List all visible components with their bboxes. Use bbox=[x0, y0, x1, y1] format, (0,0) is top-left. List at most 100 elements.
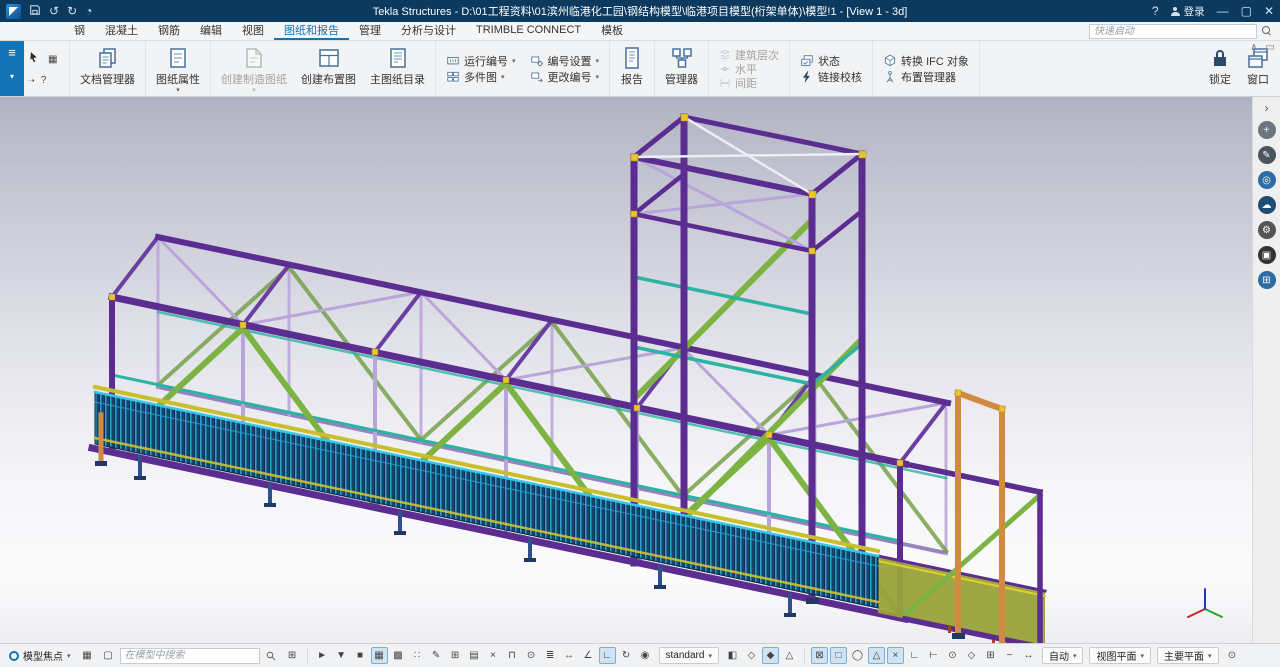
chevron-down-icon[interactable]: ▾ bbox=[596, 57, 600, 65]
master-drawing-catalog-button[interactable]: 主图纸目录 bbox=[363, 42, 432, 95]
history-button[interactable]: ◔ bbox=[85, 5, 92, 17]
snap-perpendicular-icon[interactable]: ∟ bbox=[906, 647, 923, 664]
menu-item[interactable]: 视图 bbox=[232, 22, 274, 40]
layout-manager-button[interactable]: 布置管理器 bbox=[881, 69, 971, 84]
select-parts-icon[interactable]: ▦ bbox=[371, 647, 388, 664]
menu-item[interactable]: 模板 bbox=[591, 22, 633, 40]
search-scope-button[interactable]: ⊞ bbox=[284, 647, 301, 664]
main-plane-dropdown[interactable]: 主要平面 ▾ bbox=[1157, 647, 1219, 664]
select-pointer-icon[interactable]: ► bbox=[314, 647, 331, 664]
snap-free-icon[interactable]: ↔ bbox=[1020, 647, 1037, 664]
applications-icon[interactable]: ▣ bbox=[1258, 246, 1276, 264]
components-icon[interactable]: ⊞ bbox=[1258, 271, 1276, 289]
menu-item[interactable]: 钢筋 bbox=[148, 22, 190, 40]
spacing-button[interactable]: 间距 bbox=[717, 76, 781, 89]
reports-button[interactable]: 报告 bbox=[613, 42, 651, 95]
camera-icon[interactable]: ◉ bbox=[637, 647, 654, 664]
menu-item[interactable]: TRIMBLE CONNECT bbox=[466, 22, 591, 40]
angle-icon[interactable]: ∠ bbox=[580, 647, 597, 664]
menu-item[interactable]: 钢 bbox=[64, 22, 95, 40]
menu-item[interactable]: 编辑 bbox=[190, 22, 232, 40]
chevron-down-icon[interactable]: ▾ bbox=[176, 88, 180, 93]
drawing-properties-button[interactable]: 图纸属性 ▾ bbox=[149, 42, 207, 95]
select-filter-icon[interactable]: ▼ bbox=[333, 647, 350, 664]
properties-pane-icon[interactable]: + bbox=[1258, 121, 1276, 139]
redo-button[interactable]: ↻ bbox=[67, 5, 77, 17]
search-icon[interactable] bbox=[1262, 26, 1272, 36]
help-icon[interactable]: ? bbox=[1152, 5, 1159, 17]
change-numbering-button[interactable]: 更改编号 ▾ bbox=[528, 69, 602, 84]
cursor-small-tool[interactable]: ➝ bbox=[28, 76, 35, 85]
select-components-icon[interactable]: ▩ bbox=[390, 647, 407, 664]
view-plane-dropdown[interactable]: 视图平面 ▾ bbox=[1089, 647, 1151, 664]
work-area-button[interactable]: ▦ bbox=[79, 647, 96, 664]
multipart-drawing-button[interactable]: 多件图 ▾ bbox=[444, 69, 518, 84]
select-mode-icon[interactable]: ▦ bbox=[48, 54, 57, 65]
numbering-settings-button[interactable]: 编号设置 ▾ bbox=[528, 53, 602, 68]
model-search-input[interactable] bbox=[120, 648, 260, 664]
organizer-button[interactable]: 管理器 bbox=[658, 42, 705, 95]
wireframe-icon[interactable]: ◇ bbox=[743, 647, 760, 664]
clash-check-button[interactable]: 链接校核 bbox=[798, 69, 864, 84]
context-help-button[interactable]: ? bbox=[41, 75, 47, 86]
rebar-icon[interactable]: ≣ bbox=[542, 647, 559, 664]
selection-set-button[interactable]: ▢ bbox=[100, 647, 117, 664]
lock-button[interactable]: 锁定 bbox=[1201, 42, 1239, 95]
side-pane-collapse-chevron[interactable]: › bbox=[1265, 102, 1269, 114]
cursor-tool[interactable] bbox=[28, 51, 42, 68]
level-button[interactable]: 水平 bbox=[717, 62, 781, 75]
notes-icon[interactable]: ✎ bbox=[1258, 146, 1276, 164]
ribbon-collapse-button[interactable]: ∧ bbox=[1250, 42, 1257, 53]
snap-center-icon[interactable]: ◯ bbox=[849, 647, 866, 664]
doc-manager-button[interactable]: 文档管理器 bbox=[73, 42, 142, 95]
create-layout-drawing-button[interactable]: 创建布置图 bbox=[294, 42, 363, 95]
draw-icon[interactable]: ✎ bbox=[428, 647, 445, 664]
model-focus-dropdown[interactable]: 模型焦点 ▾ bbox=[4, 647, 76, 665]
rotate-icon[interactable]: ↻ bbox=[618, 647, 635, 664]
create-fabrication-drawings-button[interactable]: 创建制造图纸 ▾ bbox=[214, 42, 294, 95]
bolt-icon[interactable]: ⊙ bbox=[523, 647, 540, 664]
search-icon[interactable] bbox=[263, 647, 280, 664]
phase-dropdown[interactable]: standard ▾ bbox=[659, 647, 719, 664]
rendered-icon[interactable]: ◆ bbox=[762, 647, 779, 664]
hamburger-icon[interactable]: ≡ bbox=[8, 46, 16, 59]
shading-icon[interactable]: ◧ bbox=[724, 647, 741, 664]
select-points-icon[interactable]: ∷ bbox=[409, 647, 426, 664]
login-button[interactable]: 登录 bbox=[1171, 4, 1205, 19]
chevron-down-icon[interactable]: ▾ bbox=[10, 73, 14, 81]
snap-grid-icon[interactable]: ⊞ bbox=[982, 647, 999, 664]
quick-launch-input[interactable] bbox=[1089, 24, 1257, 39]
grid-lines-icon[interactable]: ▤ bbox=[466, 647, 483, 664]
visibility-icon[interactable]: ⊙ bbox=[1224, 647, 1241, 664]
settings-icon[interactable]: ⚙ bbox=[1258, 221, 1276, 239]
ortho-icon[interactable]: ∟ bbox=[599, 647, 616, 664]
status-button[interactable]: 状态 bbox=[798, 53, 864, 68]
snap-end-icon[interactable]: □ bbox=[830, 647, 847, 664]
snap-extension-icon[interactable]: ⊢ bbox=[925, 647, 942, 664]
snap-any-icon[interactable]: ⊙ bbox=[944, 647, 961, 664]
snap-intersection-icon[interactable]: × bbox=[887, 647, 904, 664]
ribbon-pin-button[interactable]: ▭ bbox=[1266, 42, 1275, 53]
snap-line-icon[interactable]: ~ bbox=[1001, 647, 1018, 664]
snap-points-icon[interactable]: ⊠ bbox=[811, 647, 828, 664]
weld-icon[interactable]: ⊓ bbox=[504, 647, 521, 664]
measure-icon[interactable]: ↔ bbox=[561, 647, 578, 664]
select-area-icon[interactable]: ■ bbox=[352, 647, 369, 664]
save-button[interactable] bbox=[29, 4, 41, 18]
minimize-button[interactable]: — bbox=[1217, 5, 1229, 17]
trimble-connect-icon[interactable]: ☁ bbox=[1258, 196, 1276, 214]
undo-button[interactable]: ↺ bbox=[49, 5, 59, 17]
menu-item[interactable]: 分析与设计 bbox=[391, 22, 466, 40]
menu-item[interactable]: 图纸和报告 bbox=[274, 22, 349, 40]
building-hierarchy-button[interactable]: 建筑层次 bbox=[717, 48, 781, 61]
convert-ifc-button[interactable]: 转换 IFC 对象 bbox=[881, 53, 971, 68]
perspective-icon[interactable]: △ bbox=[781, 647, 798, 664]
file-menu-strip[interactable]: ≡ ▾ bbox=[0, 41, 24, 96]
chevron-down-icon[interactable]: ▾ bbox=[596, 73, 600, 81]
chevron-down-icon[interactable]: ▾ bbox=[512, 57, 516, 65]
reference-models-icon[interactable]: ◎ bbox=[1258, 171, 1276, 189]
model-3d-view[interactable] bbox=[0, 97, 1252, 643]
grid-icon[interactable]: ⊞ bbox=[447, 647, 464, 664]
close-button[interactable]: ✕ bbox=[1264, 5, 1274, 17]
cut-icon[interactable]: × bbox=[485, 647, 502, 664]
